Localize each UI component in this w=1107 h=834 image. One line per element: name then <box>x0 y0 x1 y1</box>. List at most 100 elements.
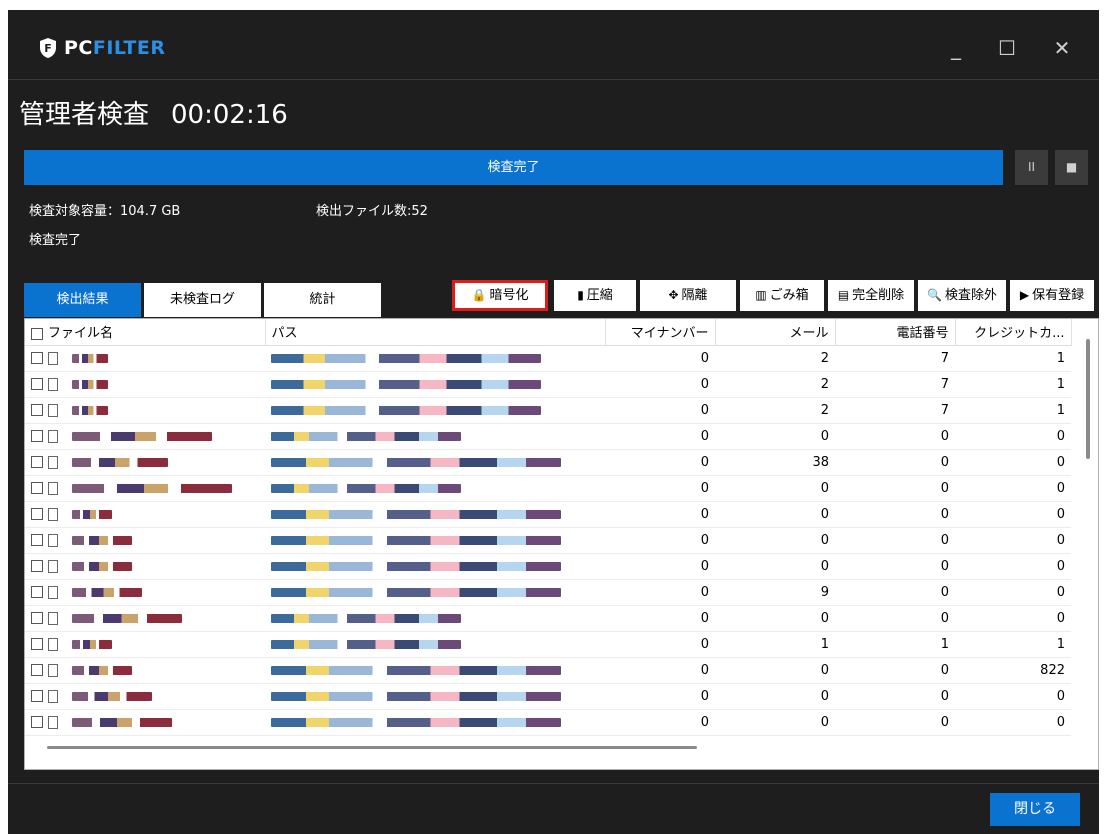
row-checkbox[interactable] <box>31 456 43 468</box>
credit-card-cell: 0 <box>955 683 1071 710</box>
tab-results[interactable]: 検出結果 <box>24 283 141 317</box>
redacted-path <box>271 379 541 389</box>
path-cell <box>265 527 605 554</box>
email-cell: 0 <box>715 527 835 554</box>
table-row[interactable]: 0000 <box>25 501 1071 528</box>
file-name-cell <box>25 423 265 450</box>
horizontal-scrollbar[interactable] <box>47 746 697 749</box>
mynumber-cell: 0 <box>605 345 715 372</box>
row-checkbox[interactable] <box>31 560 43 572</box>
file-name-cell <box>25 683 265 710</box>
email-cell: 2 <box>715 371 835 398</box>
mynumber-cell: 0 <box>605 371 715 398</box>
redacted-file-name <box>72 431 212 441</box>
maximize-button[interactable]: ☐ <box>993 34 1021 62</box>
phone-cell: 0 <box>835 501 955 528</box>
results-table: ファイル名 パス マイナンバー メール 電話番号 クレジットカ... 02710… <box>24 318 1099 770</box>
row-checkbox[interactable] <box>31 404 43 416</box>
phone-cell: 7 <box>835 345 955 372</box>
close-window-button[interactable]: ✕ <box>1048 34 1076 62</box>
file-name-cell <box>25 371 265 398</box>
pause-button[interactable]: II <box>1015 150 1048 185</box>
table-row[interactable]: 0 38 0 0 <box>25 449 1071 476</box>
phone-cell: 7 <box>835 371 955 398</box>
file-name-cell <box>25 553 265 580</box>
keep-register-button[interactable]: ▶ 保有登録 <box>1010 280 1094 311</box>
file-name-cell <box>25 579 265 606</box>
row-checkbox[interactable] <box>31 716 43 728</box>
table-row[interactable]: 0000 <box>25 527 1071 554</box>
table-row[interactable]: 0111 <box>25 631 1071 658</box>
column-header-mynumber[interactable]: マイナンバー <box>605 319 716 346</box>
credit-card-cell: 1 <box>955 371 1071 398</box>
row-checkbox[interactable] <box>31 508 43 520</box>
column-header-path[interactable]: パス <box>265 319 606 346</box>
permanent-delete-button[interactable]: ▤ 完全削除 <box>828 280 914 311</box>
exclude-button[interactable]: 🔍 検査除外 <box>918 280 1006 311</box>
stop-button[interactable]: ■ <box>1055 150 1088 185</box>
column-header-phone[interactable]: 電話番号 <box>835 319 956 346</box>
table-row[interactable]: 0 0 0 822 <box>25 657 1071 684</box>
redacted-file-name <box>72 353 108 363</box>
redacted-file-name <box>72 587 142 597</box>
row-checkbox[interactable] <box>31 352 43 364</box>
file-name-cell <box>25 631 265 658</box>
minimize-button[interactable]: _ <box>942 34 970 62</box>
phone-cell: 0 <box>835 579 955 606</box>
email-cell: 0 <box>715 709 835 736</box>
row-checkbox[interactable] <box>31 482 43 494</box>
column-header-email[interactable]: メール <box>715 319 836 346</box>
row-checkbox[interactable] <box>31 534 43 546</box>
row-checkbox[interactable] <box>31 430 43 442</box>
file-icon <box>48 559 58 573</box>
table-row[interactable]: 0271 <box>25 345 1071 372</box>
scan-title: 管理者検査 <box>19 100 150 130</box>
redacted-file-name <box>72 691 152 701</box>
phone-cell: 0 <box>835 657 955 684</box>
scan-capacity: 検査対象容量：104.7 GB <box>29 204 181 219</box>
table-row[interactable]: 0271 <box>25 397 1071 424</box>
table-row[interactable]: 0271 <box>25 371 1071 398</box>
row-checkbox[interactable] <box>31 690 43 702</box>
vertical-scrollbar[interactable] <box>1086 339 1090 459</box>
mynumber-cell: 0 <box>605 501 715 528</box>
table-row[interactable]: 0000 <box>25 475 1071 502</box>
tab-unscanned-log[interactable]: 未検査ログ <box>144 283 261 317</box>
column-header-filename[interactable]: ファイル名 <box>25 319 266 346</box>
row-checkbox[interactable] <box>31 664 43 676</box>
row-checkbox[interactable] <box>31 378 43 390</box>
progress-label: 検査完了 <box>487 160 540 175</box>
tab-statistics[interactable]: 統計 <box>264 283 381 317</box>
path-cell <box>265 709 605 736</box>
row-checkbox[interactable] <box>31 638 43 650</box>
isolate-button[interactable]: ✥ 隔離 <box>640 280 736 311</box>
table-row[interactable]: 0000 <box>25 553 1071 580</box>
table-row[interactable]: 0000 <box>25 423 1071 450</box>
exclude-icon: 🔍 <box>927 288 942 302</box>
email-cell: 0 <box>715 553 835 580</box>
select-all-checkbox[interactable] <box>31 327 43 340</box>
file-name-cell <box>25 605 265 632</box>
lock-icon: 🔒 <box>471 288 487 302</box>
table-row[interactable]: 0900 <box>25 579 1071 606</box>
redacted-file-name <box>72 665 132 675</box>
table-row[interactable]: 0000 <box>25 605 1071 632</box>
row-checkbox[interactable] <box>31 612 43 624</box>
app-logo-text: PCFILTER <box>64 37 166 59</box>
mynumber-cell: 0 <box>605 397 715 424</box>
phone-cell: 0 <box>835 449 955 476</box>
trash-button[interactable]: ▥ ごみ箱 <box>740 280 824 311</box>
close-button[interactable]: 閉じる <box>990 793 1080 826</box>
redacted-file-name <box>72 509 112 519</box>
compress-button[interactable]: ▮ 圧縮 <box>554 280 636 311</box>
redacted-file-name <box>72 639 112 649</box>
table-row[interactable]: 0000 <box>25 683 1071 710</box>
column-header-credit-card[interactable]: クレジットカ... <box>955 319 1072 346</box>
encrypt-button[interactable]: 🔒 暗号化 <box>452 280 548 311</box>
email-cell: 1 <box>715 631 835 658</box>
credit-card-cell: 0 <box>955 709 1071 736</box>
path-cell <box>265 397 605 424</box>
row-checkbox[interactable] <box>31 586 43 598</box>
phone-cell: 0 <box>835 709 955 736</box>
table-row[interactable]: 0000 <box>25 709 1071 736</box>
